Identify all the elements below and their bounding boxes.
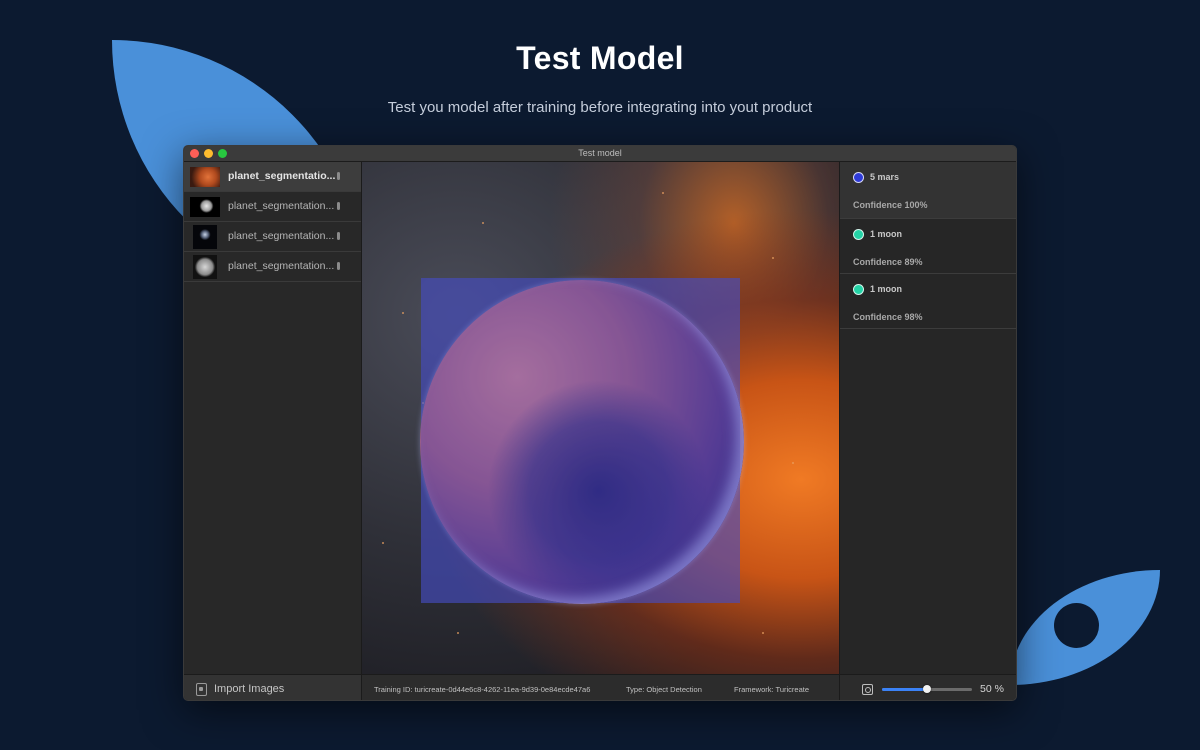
star-speck bbox=[457, 632, 459, 634]
image-list-item[interactable]: planet_segmentation... bbox=[184, 222, 361, 252]
star-speck bbox=[482, 222, 484, 224]
image-preview-canvas[interactable] bbox=[362, 162, 839, 674]
image-thumbnail bbox=[193, 225, 217, 249]
result-item[interactable]: 5 mars Confidence 100% bbox=[840, 162, 1016, 219]
item-indicator-icon bbox=[337, 202, 340, 210]
result-confidence: Confidence 98% bbox=[853, 312, 923, 322]
zoom-slider[interactable] bbox=[882, 685, 972, 693]
detection-results-panel: 5 mars Confidence 100% 1 moon Confidence… bbox=[839, 162, 1016, 674]
model-info-bar: Training ID: turicreate-0d44e6c8-4262-11… bbox=[362, 674, 839, 700]
result-label: 1 moon bbox=[870, 284, 903, 294]
image-file-name: planet_segmentation... bbox=[228, 200, 335, 212]
decorative-eye-shape bbox=[1010, 570, 1160, 685]
model-type-text: Type: Object Detection bbox=[626, 685, 702, 694]
page-title: Test Model bbox=[516, 40, 684, 76]
training-id-text: Training ID: turicreate-0d44e6c8-4262-11… bbox=[374, 685, 591, 694]
image-thumbnail bbox=[193, 255, 217, 279]
star-speck bbox=[792, 462, 794, 464]
image-list-sidebar: planet_segmentatio... planet_segmentatio… bbox=[184, 162, 362, 674]
zoom-controls: 50 % bbox=[839, 674, 1016, 700]
window-titlebar: Test model bbox=[184, 146, 1016, 162]
result-confidence: Confidence 89% bbox=[853, 257, 923, 267]
app-window: Test model planet_segmentatio... planet_… bbox=[183, 145, 1017, 701]
star-speck bbox=[772, 257, 774, 259]
image-file-name: planet_segmentation... bbox=[228, 230, 335, 242]
import-images-button[interactable]: Import Images bbox=[184, 674, 362, 700]
detection-overlay bbox=[421, 278, 740, 603]
class-color-dot-icon bbox=[853, 284, 864, 295]
star-speck bbox=[762, 632, 764, 634]
window-title: Test model bbox=[578, 148, 622, 158]
image-thumbnail bbox=[190, 167, 220, 187]
zoom-level-label: 50 % bbox=[980, 683, 1004, 695]
item-indicator-icon bbox=[337, 262, 340, 270]
zoom-slider-handle[interactable] bbox=[923, 685, 931, 693]
star-speck bbox=[382, 542, 384, 544]
image-file-name: planet_segmentation... bbox=[228, 260, 335, 272]
result-label: 1 moon bbox=[870, 229, 903, 239]
class-color-dot-icon bbox=[853, 229, 864, 240]
decorative-eye-pupil bbox=[1054, 603, 1099, 648]
import-icon bbox=[196, 683, 207, 696]
page-subtitle: Test you model after training before int… bbox=[387, 99, 813, 116]
star-speck bbox=[402, 312, 404, 314]
framework-text: Framework: Turicreate bbox=[734, 685, 810, 694]
zoom-slider-fill bbox=[882, 688, 927, 691]
result-item[interactable]: 1 moon Confidence 98% bbox=[840, 274, 1016, 329]
image-list-item[interactable]: planet_segmentatio... bbox=[184, 162, 361, 192]
result-label: 5 mars bbox=[870, 172, 900, 182]
image-list-item[interactable]: planet_segmentation... bbox=[184, 252, 361, 282]
image-list-item[interactable]: planet_segmentation... bbox=[184, 192, 361, 222]
item-indicator-icon bbox=[337, 172, 340, 180]
star-speck bbox=[662, 192, 664, 194]
result-item[interactable]: 1 moon Confidence 89% bbox=[840, 219, 1016, 274]
fit-to-screen-icon[interactable] bbox=[862, 684, 873, 695]
import-images-label: Import Images bbox=[214, 683, 285, 695]
image-thumbnail bbox=[190, 197, 220, 217]
item-indicator-icon bbox=[337, 232, 340, 240]
image-file-name: planet_segmentatio... bbox=[228, 170, 336, 182]
class-color-dot-icon bbox=[853, 172, 864, 183]
result-confidence: Confidence 100% bbox=[853, 200, 928, 210]
